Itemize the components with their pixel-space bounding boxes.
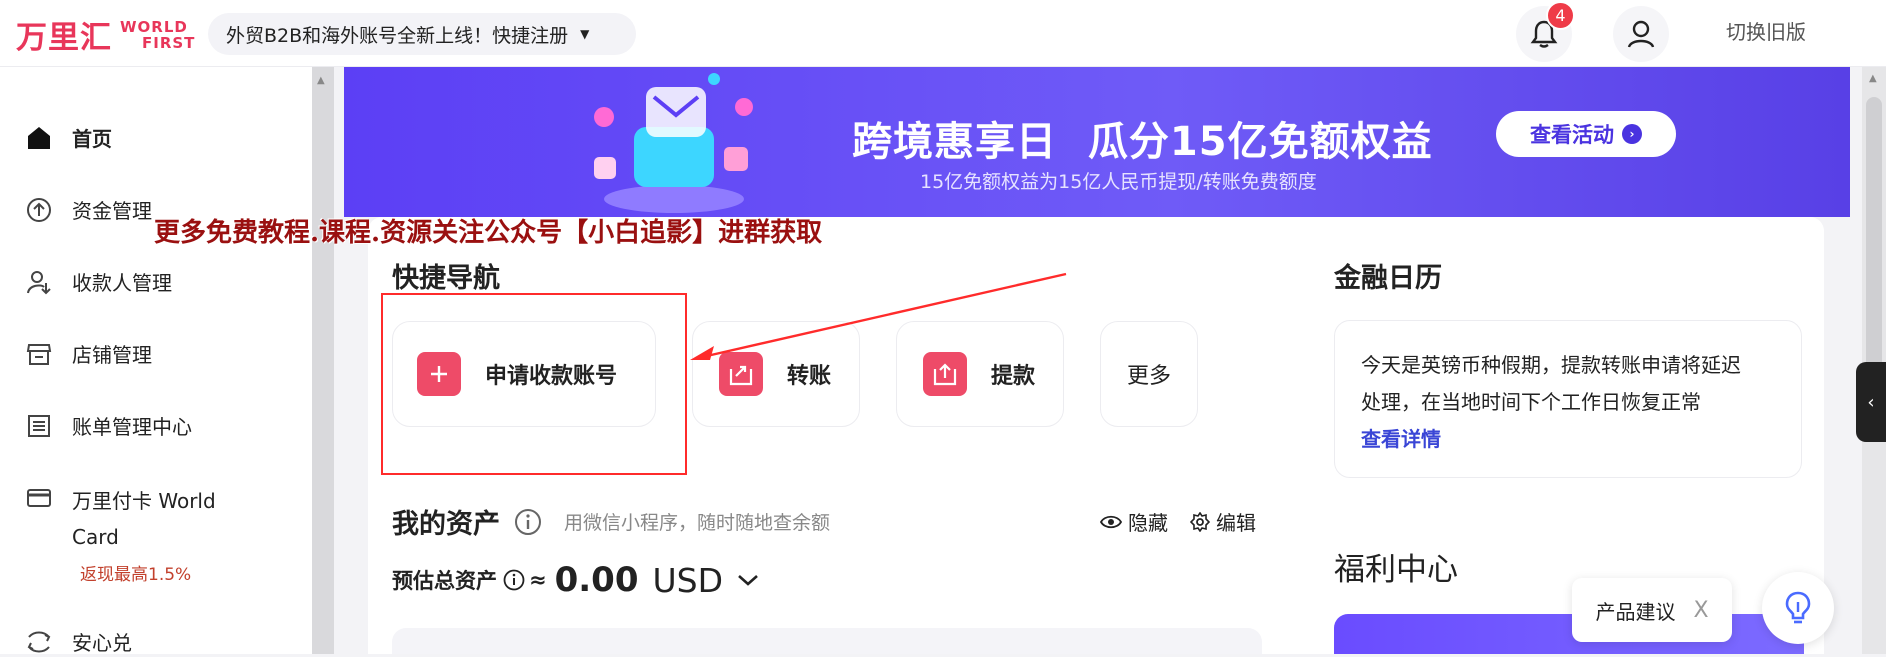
finance-calendar-card: 今天是英镑币种假期，提款转账申请将延迟 处理，在当地时间下个工作日恢复正常 查看… xyxy=(1334,320,1802,478)
total-amount: 0.00 xyxy=(554,560,639,600)
banner-title-part2: 瓜分15亿免额权益 xyxy=(1087,119,1433,165)
view-activity-button[interactable]: 查看活动 › xyxy=(1496,111,1676,157)
approx-sign: ≈ xyxy=(529,568,547,592)
banner-title-part1: 跨境惠享日 xyxy=(852,119,1057,165)
sidebar-item-bill[interactable]: 账单管理中心 xyxy=(24,411,192,441)
chevron-down-icon[interactable] xyxy=(737,573,759,587)
exchange-icon xyxy=(24,627,54,657)
feedback-label: 产品建议 xyxy=(1595,599,1676,624)
arrow-right-icon: › xyxy=(1622,124,1642,144)
currency-selector[interactable]: USD xyxy=(653,561,724,600)
edit-label: 编辑 xyxy=(1216,511,1256,535)
view-details-link[interactable]: 查看详情 xyxy=(1361,427,1441,451)
assets-header: 我的资产 用微信小程序，随时随地查余额 xyxy=(392,502,830,541)
switch-old-version-link[interactable]: 切换旧版 xyxy=(1726,16,1806,45)
bill-icon xyxy=(24,411,54,441)
sidebar-item-home[interactable]: 首页 xyxy=(24,123,112,153)
more-label: 更多 xyxy=(1126,364,1171,389)
help-button[interactable] xyxy=(1762,572,1834,644)
sidebar-item-exchange[interactable]: 安心兑 xyxy=(24,627,132,657)
caret-down-icon: ▼ xyxy=(580,27,590,41)
calendar-text-line1: 今天是英镑币种假期，提款转账申请将延迟 xyxy=(1361,353,1741,377)
annotation-arrow-icon xyxy=(690,272,1067,360)
quick-nav-title: 快捷导航 xyxy=(392,263,500,294)
view-activity-label: 查看活动 xyxy=(1530,123,1614,147)
sidebar: 首页 资金管理 收款人管理 店铺管理 账单管理中心 万里付卡 World Car… xyxy=(0,67,312,657)
card-label-line1: 万里付卡 World xyxy=(72,489,216,513)
card-label-line2: Card xyxy=(72,525,119,549)
home-icon xyxy=(24,123,54,153)
eye-icon xyxy=(1100,514,1122,530)
more-button[interactable]: 更多 xyxy=(1100,321,1198,427)
assets-actions: 隐藏 编辑 xyxy=(1100,507,1278,536)
asset-list-card xyxy=(392,628,1262,654)
sidebar-item-label: 收款人管理 xyxy=(72,271,172,295)
logo-en-line1: WORLD xyxy=(120,17,188,36)
welfare-banner[interactable] xyxy=(1334,614,1804,654)
assets-title: 我的资产 xyxy=(392,509,500,540)
sidebar-item-label: 万里付卡 World Card xyxy=(72,483,216,555)
sidebar-item-label: 安心兑 xyxy=(72,631,132,655)
sidebar-scrollbar[interactable]: ▲ xyxy=(312,67,334,654)
info-icon[interactable] xyxy=(514,508,542,536)
sidebar-item-store[interactable]: 店铺管理 xyxy=(24,339,152,369)
scroll-up-icon[interactable]: ▲ xyxy=(1869,73,1877,84)
watermark-text: 更多免费教程.课程.资源关注公众号【小白追影】进群获取 xyxy=(154,218,823,248)
logo-en-line2: FIRST xyxy=(142,33,196,52)
fund-icon xyxy=(24,195,54,225)
sidebar-item-label: 首页 xyxy=(72,127,112,151)
banner-title: 跨境惠享日 瓜分15亿免额权益 xyxy=(852,109,1433,167)
user-icon xyxy=(1626,19,1656,49)
hide-label: 隐藏 xyxy=(1128,511,1168,535)
close-icon[interactable]: X xyxy=(1693,598,1708,623)
total-assets-row: 预估总资产 ≈ 0.00 USD xyxy=(392,560,759,600)
info-icon[interactable] xyxy=(503,569,525,591)
scroll-up-icon[interactable]: ▲ xyxy=(317,75,325,86)
sidebar-item-label: 店铺管理 xyxy=(72,343,152,367)
welfare-title: 福利中心 xyxy=(1334,552,1458,588)
calendar-text-line2: 处理，在当地时间下个工作日恢复正常 xyxy=(1361,390,1701,414)
card-cashback-note: 返现最高1.5% xyxy=(80,565,192,585)
user-button[interactable] xyxy=(1613,6,1669,62)
announcement-dropdown[interactable]: 外贸B2B和海外账号全新上线！快捷注册 ▼ xyxy=(208,13,636,55)
finance-calendar-title: 金融日历 xyxy=(1334,263,1442,294)
logo-text-en: WORLD FIRST xyxy=(120,19,195,51)
promo-banner[interactable]: 跨境惠享日 瓜分15亿免额权益 15亿免额权益为15亿人民币提现/转账免费额度 … xyxy=(344,67,1850,217)
store-icon xyxy=(24,339,54,369)
top-bar: 万里汇 WORLD FIRST 外贸B2B和海外账号全新上线！快捷注册 ▼ 4 … xyxy=(0,0,1886,67)
highlight-box xyxy=(381,293,687,475)
sidebar-item-label: 资金管理 xyxy=(72,199,152,223)
assets-hint: 用微信小程序，随时随地查余额 xyxy=(564,512,831,534)
sidebar-item-fund[interactable]: 资金管理 xyxy=(24,195,152,225)
card-icon xyxy=(24,483,54,513)
hide-balance-button[interactable]: 隐藏 xyxy=(1100,507,1168,536)
payee-icon xyxy=(24,267,54,297)
lightbulb-icon xyxy=(1783,590,1813,626)
total-assets-label: 预估总资产 xyxy=(392,569,497,593)
logo[interactable]: 万里汇 WORLD FIRST xyxy=(16,12,195,57)
notification-badge: 4 xyxy=(1546,1,1575,30)
gear-icon xyxy=(1190,511,1210,532)
sidebar-item-payee[interactable]: 收款人管理 xyxy=(24,267,172,297)
sidebar-item-card[interactable]: 万里付卡 World Card xyxy=(24,483,216,555)
edit-assets-button[interactable]: 编辑 xyxy=(1190,507,1256,536)
logo-text-cn: 万里汇 xyxy=(16,20,112,56)
banner-subtitle: 15亿免额权益为15亿人民币提现/转账免费额度 xyxy=(920,171,1317,193)
notification-button[interactable]: 4 xyxy=(1516,1,1575,62)
page-scrollbar[interactable]: ▲ xyxy=(1862,67,1886,654)
announcement-text: 外贸B2B和海外账号全新上线！快捷注册 xyxy=(226,24,569,47)
gift-illustration-icon xyxy=(594,73,753,213)
sidebar-item-label: 账单管理中心 xyxy=(72,415,192,439)
collapse-panel-button[interactable]: ‹ xyxy=(1856,362,1886,442)
product-feedback-button[interactable]: 产品建议 X xyxy=(1572,578,1732,642)
chevron-left-icon: ‹ xyxy=(1867,391,1875,413)
